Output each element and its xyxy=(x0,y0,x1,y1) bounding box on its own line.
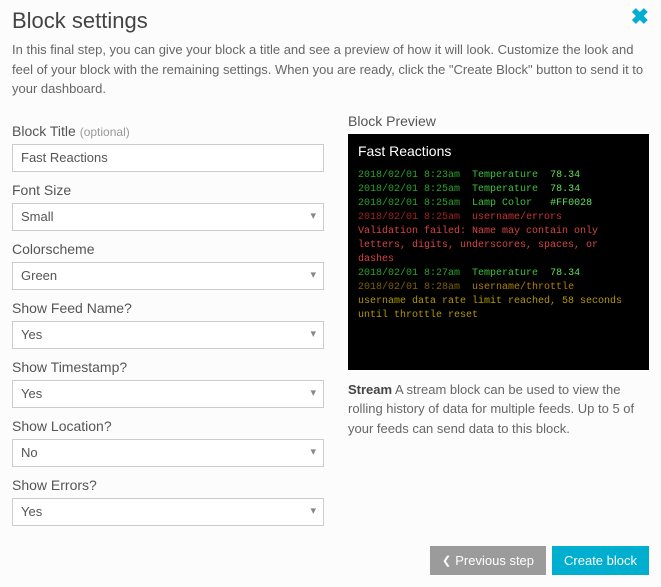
show-errors-select[interactable]: Yes xyxy=(12,498,324,526)
show-errors-label: Show Errors? xyxy=(12,477,324,493)
close-icon[interactable]: ✖ xyxy=(631,6,649,28)
log-line: 2018/02/01 8:27am Temperature 78.34 xyxy=(358,267,639,281)
log-line: 2018/02/01 8:28am username/throttle xyxy=(358,281,639,295)
log-line: 2018/02/01 8:25am Temperature 78.34 xyxy=(358,183,639,197)
block-preview: Fast Reactions 2018/02/01 8:23am Tempera… xyxy=(348,134,649,370)
page-title: Block settings xyxy=(12,8,148,34)
chevron-left-icon: ❮ xyxy=(442,554,451,567)
show-feed-label: Show Feed Name? xyxy=(12,300,324,316)
settings-form: Block Title (optional) Font Size Small C… xyxy=(12,113,324,526)
create-block-button[interactable]: Create block xyxy=(552,546,649,575)
font-size-select[interactable]: Small xyxy=(12,203,324,231)
page-description: In this final step, you can give your bl… xyxy=(12,40,649,99)
show-location-select[interactable]: No xyxy=(12,439,324,467)
show-timestamp-label: Show Timestamp? xyxy=(12,359,324,375)
log-line: 2018/02/01 8:25am Lamp Color #FF0028 xyxy=(358,197,639,211)
show-timestamp-select[interactable]: Yes xyxy=(12,380,324,408)
show-location-label: Show Location? xyxy=(12,418,324,434)
preview-description: Stream A stream block can be used to vie… xyxy=(348,380,649,439)
log-line: 2018/02/01 8:25am username/errors xyxy=(358,211,639,225)
log-line: Validation failed: Name may contain only… xyxy=(358,225,639,267)
block-preview-label: Block Preview xyxy=(348,113,649,129)
log-line: 2018/02/01 8:23am Temperature 78.34 xyxy=(358,169,639,183)
previous-step-button[interactable]: ❮ Previous step xyxy=(430,546,546,575)
preview-title: Fast Reactions xyxy=(358,142,639,162)
block-title-label: Block Title (optional) xyxy=(12,123,324,139)
show-feed-select[interactable]: Yes xyxy=(12,321,324,349)
block-title-input[interactable] xyxy=(12,144,324,172)
log-line: username data rate limit reached, 58 sec… xyxy=(358,295,639,323)
colorscheme-select[interactable]: Green xyxy=(12,262,324,290)
font-size-label: Font Size xyxy=(12,182,324,198)
colorscheme-label: Colorscheme xyxy=(12,241,324,257)
